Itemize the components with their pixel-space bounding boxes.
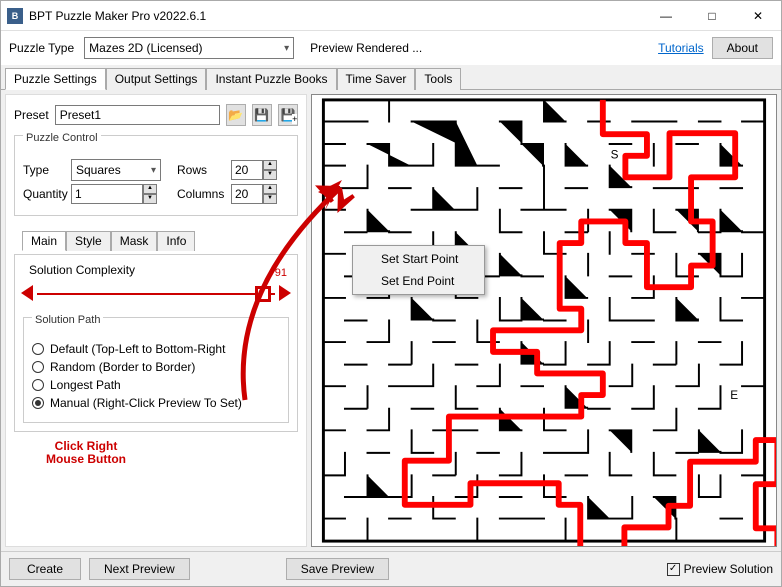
complexity-value: 91 [275,267,287,279]
top-row: Puzzle Type Mazes 2D (Licensed) Preview … [1,31,781,65]
maze-preview: S E [312,95,776,546]
about-label: About [727,41,758,55]
puzzle-control-legend: Puzzle Control [23,132,101,144]
next-preview-button[interactable]: Next Preview [89,558,190,580]
puzzle-control-group: Puzzle Control Type Squares Rows ▲▼ Quan… [14,135,298,216]
path-option-manual[interactable]: Manual (Right-Click Preview To Set) [32,396,280,410]
rows-label: Rows [177,163,225,177]
path-option-random[interactable]: Random (Border to Border) [32,360,280,374]
qty-up[interactable]: ▲ [143,184,157,194]
cols-down[interactable]: ▼ [263,194,277,204]
main-tabs: Puzzle Settings Output Settings Instant … [1,65,781,90]
bottom-bar: Create Next Preview Save Preview ✓ Previ… [1,551,781,586]
save-as-preset-button[interactable]: 💾+ [278,104,298,126]
tab-tools[interactable]: Tools [415,68,461,90]
preview-solution-check[interactable]: ✓ Preview Solution [667,562,773,576]
save-plus-icon: 💾+ [280,108,295,122]
app-icon: B [7,8,23,24]
save-preset-button[interactable]: 💾 [252,104,272,126]
slider-thumb[interactable] [255,286,271,302]
subtab-mask[interactable]: Mask [111,231,158,251]
rows-up[interactable]: ▲ [263,160,277,170]
subtab-main[interactable]: Main [22,231,66,251]
solution-path-legend: Solution Path [32,314,103,326]
ctx-set-end[interactable]: Set End Point [355,270,482,292]
sub-tabs: Main Style Mask Info [22,228,298,250]
complexity-slider[interactable]: 91 [25,281,287,309]
radio-icon [32,397,44,409]
close-button[interactable]: ✕ [735,1,781,31]
about-button[interactable]: About [712,37,773,59]
type-label: Type [23,163,65,177]
save-preview-button[interactable]: Save Preview [286,558,389,580]
preset-input[interactable] [55,105,220,125]
solution-path-group: Solution Path Default (Top-Left to Botto… [23,317,289,423]
puzzle-type-value: Mazes 2D (Licensed) [89,41,202,55]
radio-icon [32,379,44,391]
preset-row: Preset 📂 💾 💾+ [14,104,298,126]
slider-right-icon [279,285,291,301]
cols-spinner[interactable]: ▲▼ [231,184,277,204]
tab-instant-books[interactable]: Instant Puzzle Books [206,68,336,90]
slider-left-icon [21,285,33,301]
app-window: B BPT Puzzle Maker Pro v2022.6.1 — □ ✕ P… [0,0,782,587]
save-icon: 💾 [254,108,269,122]
tab-output-settings[interactable]: Output Settings [106,68,207,90]
subtab-style[interactable]: Style [66,231,111,251]
checkbox-icon: ✓ [667,563,680,576]
puzzle-type-label: Puzzle Type [9,41,74,55]
path-option-default[interactable]: Default (Top-Left to Bottom-Right [32,342,280,356]
window-title: BPT Puzzle Maker Pro v2022.6.1 [29,9,643,23]
cols-up[interactable]: ▲ [263,184,277,194]
type-combo[interactable]: Squares [71,159,161,181]
maximize-button[interactable]: □ [689,1,735,31]
radio-icon [32,361,44,373]
context-menu: Set Start Point Set End Point [352,245,485,295]
end-marker: E [730,389,738,402]
puzzle-type-combo[interactable]: Mazes 2D (Licensed) [84,37,294,59]
preview-status: Preview Rendered ... [310,41,422,55]
qty-spinner[interactable]: ▲▼ [71,184,161,204]
left-panel: Preset 📂 💾 💾+ Puzzle Control Type Square… [5,94,307,547]
preview-panel[interactable]: S E Set Start Point Set End Point [311,94,777,547]
annotation-text: Click Right Mouse Button [46,440,126,466]
slider-track [37,293,275,295]
preset-label: Preset [14,108,49,122]
minimize-button[interactable]: — [643,1,689,31]
tutorials-link[interactable]: Tutorials [658,41,704,55]
title-bar: B BPT Puzzle Maker Pro v2022.6.1 — □ ✕ [1,1,781,31]
tab-puzzle-settings[interactable]: Puzzle Settings [5,68,106,90]
start-marker: S [611,149,619,162]
path-option-longest[interactable]: Longest Path [32,378,280,392]
cols-label: Columns [177,187,225,201]
tab-time-saver[interactable]: Time Saver [337,68,416,90]
subtab-panel: Solution Complexity 91 Solution Path Def… [14,254,298,432]
rows-down[interactable]: ▼ [263,170,277,180]
radio-icon [32,343,44,355]
ctx-set-start[interactable]: Set Start Point [355,248,482,270]
folder-icon: 📂 [228,108,243,122]
qty-label: Quantity [23,187,65,201]
qty-down[interactable]: ▼ [143,194,157,204]
open-preset-button[interactable]: 📂 [226,104,246,126]
create-button[interactable]: Create [9,558,81,580]
rows-spinner[interactable]: ▲▼ [231,160,277,180]
main-area: Preset 📂 💾 💾+ Puzzle Control Type Square… [1,90,781,551]
complexity-label: Solution Complexity [29,263,135,277]
subtab-info[interactable]: Info [157,231,195,251]
